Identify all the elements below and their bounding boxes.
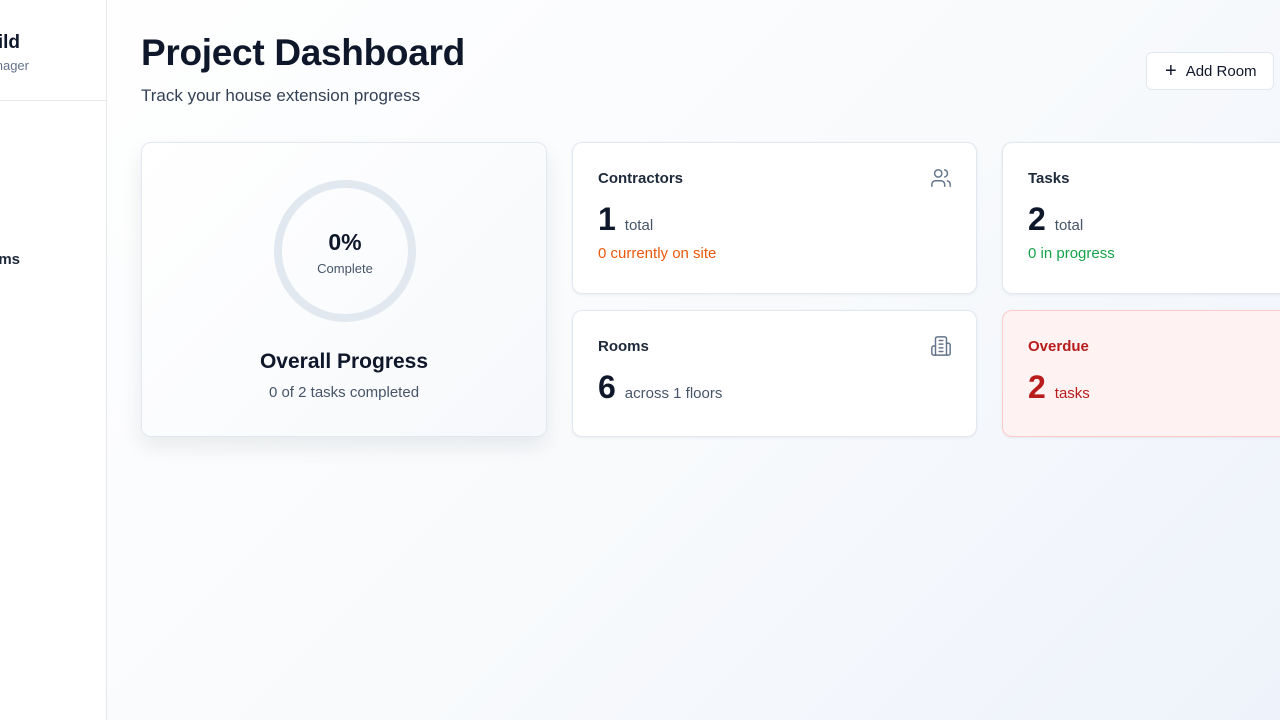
sidebar-item-rooms[interactable]: ms (0, 250, 80, 270)
page-subtitle: Track your house extension progress (141, 86, 421, 105)
tasks-value-row: 2 total (1028, 201, 1083, 238)
rooms-title: Rooms (598, 338, 649, 355)
progress-percent: 0% (328, 229, 362, 255)
tasks-in-progress: 0 in progress (1028, 245, 1115, 262)
contractors-value-row: 1 total (598, 201, 653, 238)
overdue-card[interactable]: Overdue 2 tasks (1002, 310, 1280, 437)
overdue-unit: tasks (1054, 385, 1090, 402)
add-room-button[interactable]: + Add Room (1146, 52, 1274, 90)
sidebar-divider (0, 100, 106, 101)
page-title: Project Dashboard (141, 32, 465, 73)
progress-title: Overall Progress (259, 350, 429, 373)
overdue-title: Overdue (1028, 338, 1089, 355)
overdue-count: 2 (1028, 369, 1046, 405)
contractors-card[interactable]: Contractors 1 total 0 currently on site (572, 142, 977, 294)
progress-ring: 0% Complete (272, 178, 418, 324)
contractors-on-site: 0 currently on site (598, 245, 717, 262)
sidebar: uild anager ms (0, 0, 107, 720)
progress-subtitle: 0 of 2 tasks completed (268, 384, 420, 401)
progress-ring-label: Complete (317, 261, 373, 276)
tasks-count: 2 (1028, 201, 1046, 237)
tasks-card[interactable]: Tasks 2 total 0 in progress (1002, 142, 1280, 294)
users-icon (931, 169, 951, 187)
tasks-unit: total (1054, 217, 1084, 234)
plus-icon: + (1165, 60, 1177, 82)
sidebar-item-label: ms (0, 251, 20, 268)
sidebar-brand[interactable]: uild anager (0, 30, 100, 100)
contractors-unit: total (624, 217, 654, 234)
rooms-unit: across 1 floors (624, 385, 723, 402)
contractors-count: 1 (598, 201, 616, 237)
rooms-count: 6 (598, 369, 616, 405)
tasks-title: Tasks (1028, 170, 1070, 187)
add-room-label: Add Room (1185, 62, 1257, 80)
overall-progress-card: 0% Complete Overall Progress 0 of 2 task… (141, 142, 547, 437)
rooms-card[interactable]: Rooms 6 across 1 floors (572, 310, 977, 437)
rooms-value-row: 6 across 1 floors (598, 369, 722, 406)
contractors-title: Contractors (598, 170, 684, 187)
brand-subtitle: anager (0, 58, 29, 73)
building-icon (931, 336, 951, 356)
overdue-value-row: 2 tasks (1028, 369, 1090, 406)
brand-title: uild (0, 32, 20, 53)
